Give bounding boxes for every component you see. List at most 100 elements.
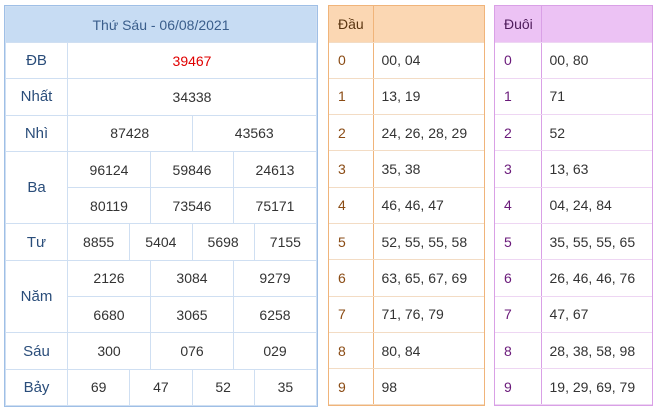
fourth-prize-value: 5698: [191, 223, 255, 261]
head-numbers: 46, 46, 47: [373, 187, 484, 224]
prize-label-tu: Tư: [5, 223, 68, 261]
tail-row: 3 13, 63: [495, 150, 652, 188]
head-numbers: 52, 55, 55, 58: [373, 223, 484, 261]
head-digit-table: Đầu 0 00, 04 1 13, 19 2 24, 26, 28, 29 3 35, 38…: [328, 5, 485, 407]
tail-row: 8 28, 38, 58, 98: [495, 332, 652, 370]
tail-row: 5 35, 55, 55, 65: [495, 223, 652, 261]
prize-label-nhat: Nhất: [5, 78, 68, 116]
prize-label-sau: Sáu: [5, 332, 68, 370]
prize-label-ba: Ba: [5, 150, 68, 225]
head-numbers: 63, 65, 67, 69: [373, 259, 484, 297]
head-row: 8 80, 84: [329, 332, 484, 370]
fourth-prize-value: 8855: [66, 223, 131, 261]
prize-row-sau: Sáu 300 076 029: [5, 332, 317, 370]
head-numbers: 13, 19: [373, 78, 484, 116]
lottery-results-table: Thứ Sáu - 06/08/2021 ĐB 39467 Nhất 34338…: [4, 5, 318, 407]
tail-numbers: 52: [541, 114, 652, 152]
head-numbers: 71, 76, 79: [373, 296, 484, 333]
head-table-header: Đầu: [329, 6, 484, 43]
tail-row: 6 26, 46, 46, 76: [495, 259, 652, 297]
head-row: 7 71, 76, 79: [329, 296, 484, 333]
fifth-prize-value: 6680: [67, 296, 151, 334]
prize-label-bay: Bảy: [5, 368, 68, 406]
prize-row-db: ĐB 39467: [5, 41, 317, 80]
head-digit: 7: [329, 296, 374, 333]
head-row: 1 13, 19: [329, 78, 484, 116]
sixth-prize-value: 300: [67, 332, 151, 370]
head-header-spacer: [373, 6, 484, 43]
prize-row-nhi: Nhì 87428 43563: [5, 114, 317, 152]
tail-digit: 7: [495, 296, 542, 333]
third-prize-value: 75171: [233, 187, 317, 225]
tail-row: 1 71: [495, 78, 652, 116]
seventh-prize-value: 47: [129, 368, 193, 406]
tail-table-header: Đuôi: [495, 6, 652, 43]
sixth-prize-value: 076: [150, 332, 234, 370]
head-numbers: 98: [373, 368, 484, 406]
head-row: 0 00, 04: [329, 42, 484, 79]
tail-digit: 8: [495, 332, 542, 370]
tail-row: 4 04, 24, 84: [495, 187, 652, 224]
seventh-prize-value: 52: [191, 368, 255, 406]
head-header-label: Đầu: [329, 6, 374, 43]
tail-numbers: 47, 67: [541, 296, 652, 333]
tail-numbers: 00, 80: [541, 42, 652, 79]
third-prize-value: 96124: [67, 150, 151, 189]
head-digit: 8: [329, 332, 374, 370]
fifth-prize-value: 9279: [233, 259, 317, 298]
head-digit: 9: [329, 368, 374, 406]
head-digit: 5: [329, 223, 374, 261]
tail-row: 0 00, 80: [495, 42, 652, 79]
head-row: 9 98: [329, 368, 484, 406]
head-row: 3 35, 38: [329, 150, 484, 188]
prize-row-nhat: Nhất 34338: [5, 78, 317, 116]
head-row: 2 24, 26, 28, 29: [329, 114, 484, 152]
head-digit: 3: [329, 150, 374, 188]
tail-numbers: 28, 38, 58, 98: [541, 332, 652, 370]
prize-label-db: ĐB: [5, 41, 68, 80]
prize-label-nam: Năm: [5, 259, 68, 334]
tail-digit: 6: [495, 259, 542, 297]
second-prize-value: 87428: [67, 114, 193, 152]
sixth-prize-value: 029: [233, 332, 317, 370]
fourth-prize-value: 7155: [253, 223, 318, 261]
seventh-prize-value: 69: [66, 368, 131, 406]
head-numbers: 35, 38: [373, 150, 484, 188]
first-prize-value: 34338: [67, 78, 317, 116]
tail-digit: 0: [495, 42, 542, 79]
tail-digit: 2: [495, 114, 542, 152]
prize-row-bay: Bảy 69 47 52 35: [5, 368, 318, 406]
head-row: 4 46, 46, 47: [329, 187, 484, 224]
third-prize-value: 59846: [150, 150, 234, 189]
head-numbers: 24, 26, 28, 29: [373, 114, 484, 152]
fifth-prize-value: 2126: [67, 259, 151, 298]
tail-digit: 3: [495, 150, 542, 188]
tail-header-spacer: [541, 6, 652, 43]
head-digit: 4: [329, 187, 374, 224]
head-row: 6 63, 65, 67, 69: [329, 259, 484, 297]
results-date-title: Thứ Sáu - 06/08/2021: [5, 6, 317, 43]
seventh-prize-value: 35: [253, 368, 318, 406]
tail-digit: 9: [495, 368, 542, 406]
third-prize-value: 24613: [233, 150, 317, 189]
head-digit: 0: [329, 42, 374, 79]
tail-row: 7 47, 67: [495, 296, 652, 333]
prize-label-nhi: Nhì: [5, 114, 68, 152]
tail-header-label: Đuôi: [495, 6, 542, 43]
special-prize-value: 39467: [67, 41, 317, 80]
prize-row-nam: Năm 2126 3084 9279: [5, 259, 317, 334]
tail-row: 9 19, 29, 69, 79: [495, 368, 652, 406]
head-digit: 6: [329, 259, 374, 297]
head-digit: 1: [329, 78, 374, 116]
head-digit: 2: [329, 114, 374, 152]
fourth-prize-value: 5404: [129, 223, 193, 261]
tail-digit: 5: [495, 223, 542, 261]
third-prize-value: 80119: [67, 187, 151, 225]
tail-numbers: 35, 55, 55, 65: [541, 223, 652, 261]
head-row: 5 52, 55, 55, 58: [329, 223, 484, 261]
tail-numbers: 13, 63: [541, 150, 652, 188]
tail-digit: 4: [495, 187, 542, 224]
tail-numbers: 19, 29, 69, 79: [541, 368, 652, 406]
prize-row-ba: Ba 96124 59846 24613: [5, 150, 317, 225]
tail-digit-table: Đuôi 0 00, 80 1 71 2 52 3 13, 63 4 04, 24, 84 5 35,…: [494, 5, 653, 407]
